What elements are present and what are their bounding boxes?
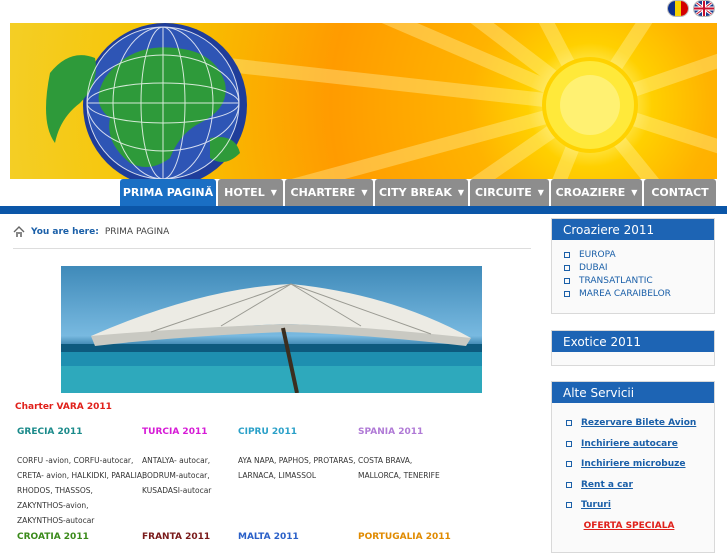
sidebar-item-transatlantic[interactable]: TRANSATLANTIC: [564, 274, 714, 287]
list-item[interactable]: CORFU -avion, CORFU-autocar,: [17, 453, 144, 468]
destination-cipru[interactable]: CIPRU 2011: [238, 427, 297, 437]
grecia-cities: CORFU -avion, CORFU-autocar, CRETA- avio…: [17, 453, 144, 528]
tab-contact[interactable]: CONTACT: [644, 179, 716, 206]
list-item[interactable]: AYA NAPA, PAPHOS, PROTARAS,: [238, 453, 355, 468]
item-label: Inchiriere autocare: [581, 438, 678, 449]
servicii-list: Rezervare Bilete Avion Inchiriere autoca…: [552, 403, 714, 536]
list-item[interactable]: KUSADASI-autocar: [142, 483, 211, 498]
item-label: EUROPA: [579, 249, 616, 260]
tab-label: CIRCUITE: [475, 186, 532, 199]
item-label: Tururi: [581, 500, 611, 511]
bullet-icon: [566, 502, 572, 509]
bullet-icon: [564, 251, 570, 258]
tab-label: CROAZIERE: [555, 186, 626, 199]
chevron-down-icon: ▼: [457, 188, 465, 197]
service-link-tururi[interactable]: Tururi: [566, 495, 714, 516]
chevron-down-icon: ▼: [270, 188, 277, 197]
sidebar-exotice-title[interactable]: Exotice 2011: [552, 331, 714, 352]
destination-grecia[interactable]: GRECIA 2011: [17, 427, 83, 437]
charter-title: Charter VARA 2011: [15, 402, 112, 412]
tab-croaziere[interactable]: CROAZIERE ▼: [551, 179, 642, 206]
tab-hotel[interactable]: HOTEL ▼: [218, 179, 283, 206]
list-item[interactable]: ZAKYNTHOS-autocar: [17, 513, 144, 528]
sidebar-croaziere-title[interactable]: Croaziere 2011: [552, 219, 714, 240]
nav-underline: [0, 206, 727, 214]
bullet-icon: [566, 481, 572, 488]
bullet-icon: [566, 420, 572, 427]
tab-label: CITY BREAK: [378, 186, 452, 199]
tab-chartere[interactable]: CHARTERE ▼: [285, 179, 373, 206]
sidebar-item-marea-caraibelor[interactable]: MAREA CARAIBELOR: [564, 287, 714, 300]
service-link-bilete-avion[interactable]: Rezervare Bilete Avion: [566, 413, 714, 434]
service-link-rent-a-car[interactable]: Rent a car: [566, 475, 714, 496]
sidebar-servicii: Alte Servicii Rezervare Bilete Avion Inc…: [551, 381, 715, 553]
main-navigation: PRIMA PAGINĂ HOTEL ▼ CHARTERE ▼ CITY BREAK…: [0, 179, 727, 206]
spania-cities: COSTA BRAVA, MALLORCA, TENERIFE: [358, 453, 440, 483]
sidebar-servicii-title: Alte Servicii: [552, 382, 714, 403]
bullet-icon: [564, 290, 570, 297]
bullet-icon: [564, 277, 570, 284]
globe-sun-illustration: [46, 23, 717, 179]
item-label: Inchiriere microbuze: [581, 459, 686, 470]
breadcrumb-label: You are here:: [31, 226, 99, 237]
chevron-down-icon: ▼: [537, 188, 544, 197]
destination-croatia[interactable]: CROATIA 2011: [17, 532, 89, 542]
list-item[interactable]: LARNACA, LIMASSOL: [238, 468, 355, 483]
service-link-microbuze[interactable]: Inchiriere microbuze: [566, 454, 714, 475]
tab-label: PRIMA PAGINĂ: [122, 186, 214, 199]
destination-malta[interactable]: MALTA 2011: [238, 532, 299, 542]
list-item[interactable]: COSTA BRAVA,: [358, 453, 440, 468]
flag-uk-icon[interactable]: [693, 0, 715, 17]
list-item[interactable]: ZAKYNTHOS-avion,: [17, 498, 144, 513]
tab-circuite[interactable]: CIRCUITE ▼: [470, 179, 549, 206]
list-item[interactable]: ANTALYA- autocar,: [142, 453, 211, 468]
sidebar-item-europa[interactable]: EUROPA: [564, 248, 714, 261]
divider: [13, 248, 531, 249]
list-item[interactable]: MALLORCA, TENERIFE: [358, 468, 440, 483]
chevron-down-icon: ▼: [631, 188, 638, 197]
bullet-icon: [564, 264, 570, 271]
cipru-cities: AYA NAPA, PAPHOS, PROTARAS, LARNACA, LIM…: [238, 453, 355, 483]
list-item[interactable]: BODRUM-autocar,: [142, 468, 211, 483]
breadcrumb: You are here: PRIMA PAGINA: [13, 226, 169, 237]
list-item[interactable]: CRETA- avion, HALKIDKI, PARALIA,: [17, 468, 144, 483]
chevron-down-icon: ▼: [361, 188, 368, 197]
home-icon: [13, 226, 25, 237]
tab-label: CHARTERE: [290, 186, 356, 199]
item-label: TRANSATLANTIC: [579, 275, 653, 286]
service-link-autocare[interactable]: Inchiriere autocare: [566, 434, 714, 455]
item-label: Rent a car: [581, 479, 633, 490]
oferta-speciala-link[interactable]: OFERTA SPECIALA: [566, 516, 714, 537]
bullet-icon: [566, 440, 572, 447]
flag-romania-icon[interactable]: [667, 0, 689, 17]
tab-label: HOTEL: [224, 186, 265, 199]
language-flags: [0, 0, 727, 22]
destination-turcia[interactable]: TURCIA 2011: [142, 427, 207, 437]
destination-portugalia[interactable]: PORTUGALIA 2011: [358, 532, 451, 542]
bullet-icon: [566, 461, 572, 468]
header-banner: [10, 23, 717, 179]
item-label: Rezervare Bilete Avion: [581, 418, 697, 429]
tab-prima-pagina[interactable]: PRIMA PAGINĂ: [120, 179, 216, 206]
beach-umbrella-image: [61, 266, 482, 393]
sidebar-item-dubai[interactable]: DUBAI: [564, 261, 714, 274]
croaziere-list: EUROPA DUBAI TRANSATLANTIC MAREA CARAIBE…: [552, 240, 714, 300]
sidebar-croaziere: Croaziere 2011 EUROPA DUBAI TRANSATLANTI…: [551, 218, 715, 314]
destination-franta[interactable]: FRANTA 2011: [142, 532, 210, 542]
sidebar-exotice: Exotice 2011: [551, 330, 715, 366]
turcia-cities: ANTALYA- autocar, BODRUM-autocar, KUSADA…: [142, 453, 211, 498]
tab-label: CONTACT: [651, 186, 709, 199]
item-label: DUBAI: [579, 262, 608, 273]
tab-city-break[interactable]: CITY BREAK ▼: [375, 179, 468, 206]
breadcrumb-current: PRIMA PAGINA: [104, 226, 170, 237]
list-item[interactable]: RHODOS, THASSOS,: [17, 483, 144, 498]
destination-spania[interactable]: SPANIA 2011: [358, 427, 423, 437]
item-label: MAREA CARAIBELOR: [579, 288, 671, 299]
